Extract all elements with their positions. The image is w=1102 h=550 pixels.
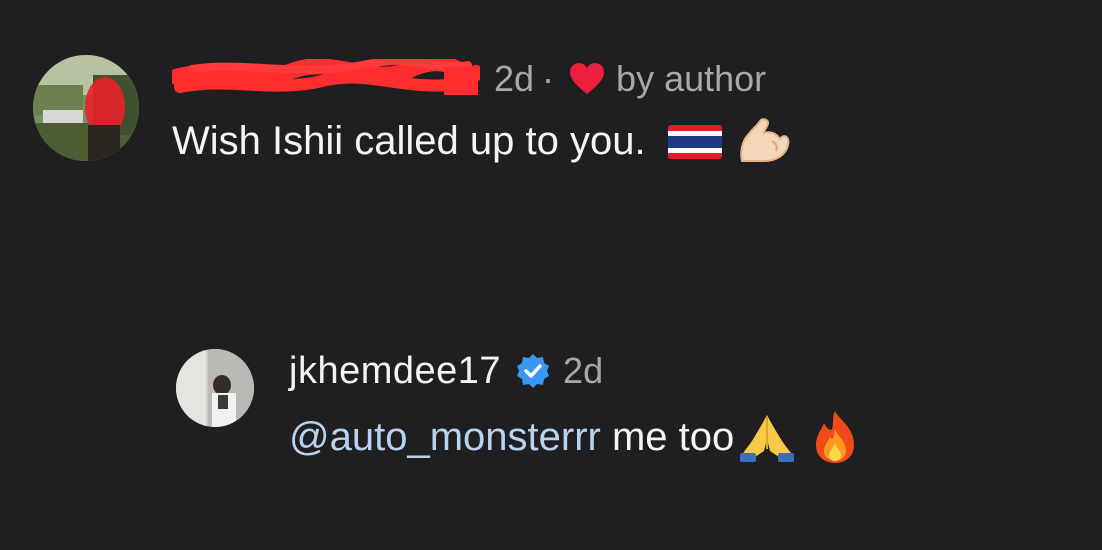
flexed-biceps-icon (736, 117, 792, 165)
comment-text: Wish Ishii called up to you. (172, 118, 646, 163)
thailand-flag-icon (667, 124, 722, 159)
reply-time: 2d (563, 350, 604, 391)
separator-dot: · (542, 58, 555, 99)
reply-text-row: @auto_monsterrr me too (289, 409, 1089, 465)
liked-by-author-label: by author (616, 58, 767, 99)
redacted-username (168, 55, 484, 99)
comment-meta: 2d · by author (168, 55, 1072, 101)
reply-text: me too (600, 414, 735, 459)
avatar[interactable] (33, 55, 139, 161)
avatar[interactable] (176, 349, 254, 427)
username-link[interactable]: jkhemdee17 (289, 350, 501, 393)
folded-hands-icon (738, 411, 796, 463)
comment-text-row: Wish Ishii called up to you. (172, 113, 1072, 169)
reply-meta: jkhemdee17 2d (289, 349, 1089, 393)
comment-time: 2d (494, 58, 535, 99)
fire-icon (810, 409, 860, 465)
verified-badge-icon (515, 353, 551, 389)
mention-link[interactable]: @auto_monsterrr (289, 415, 601, 460)
heart-icon (568, 61, 606, 97)
